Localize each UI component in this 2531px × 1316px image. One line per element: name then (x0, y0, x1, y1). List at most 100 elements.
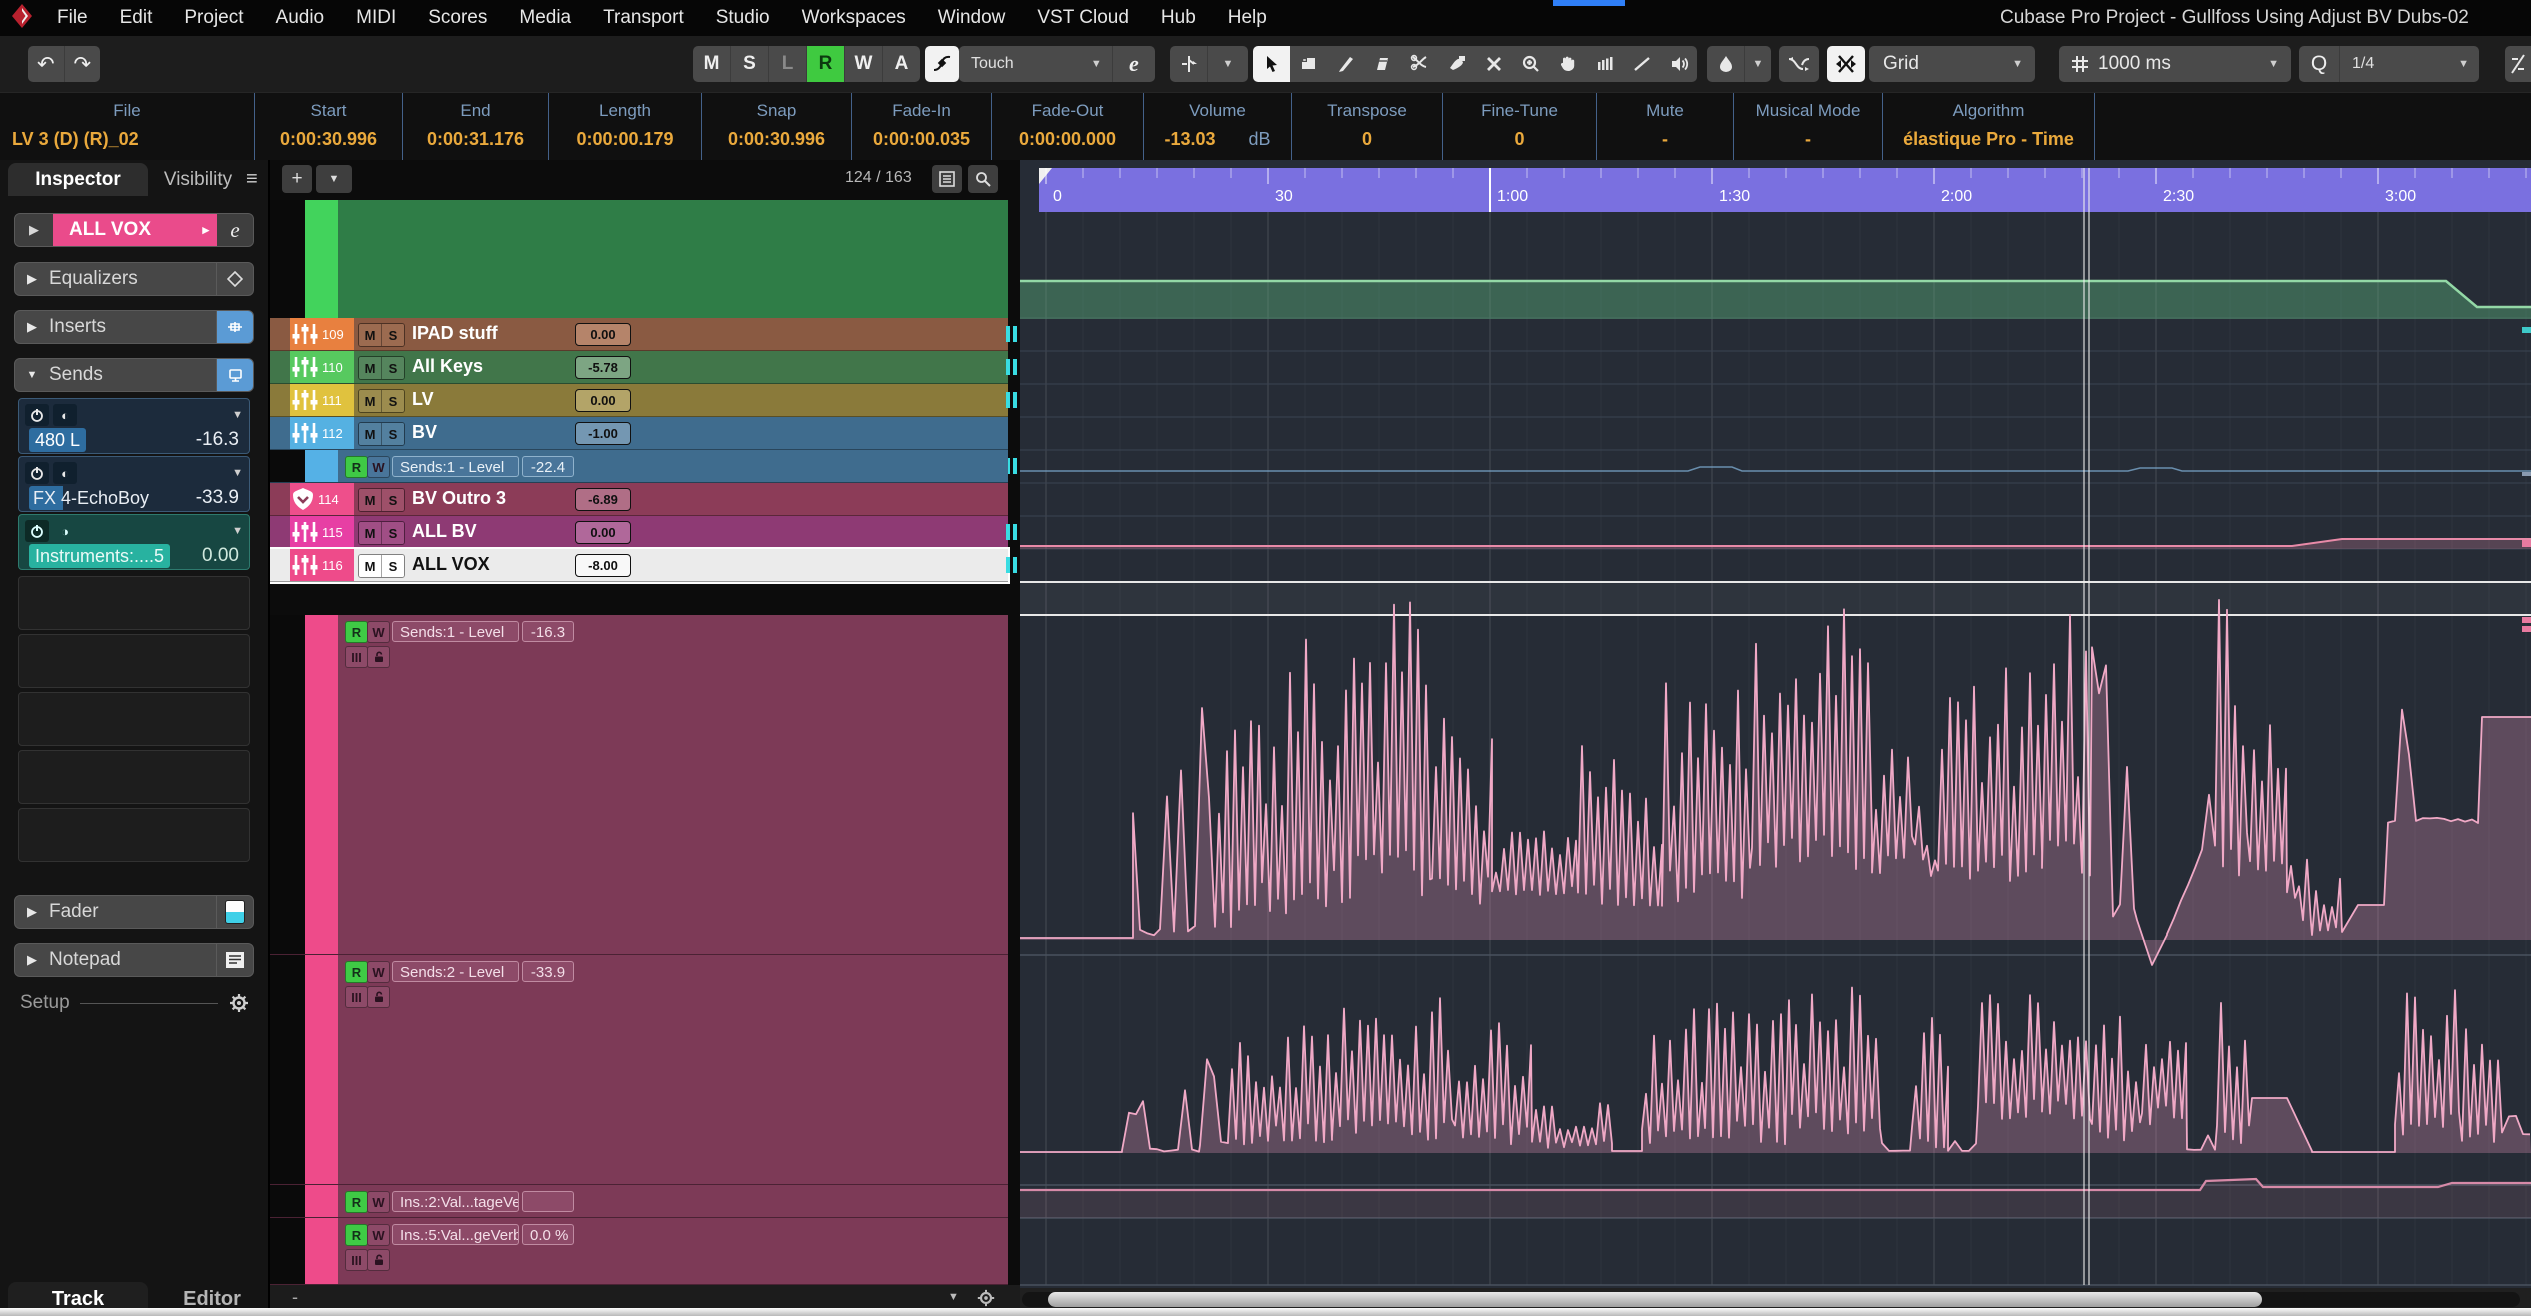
solo-button[interactable]: S (382, 390, 404, 412)
menu-item-edit[interactable]: Edit (111, 7, 162, 29)
tool-play-icon[interactable] (1660, 46, 1697, 82)
tool-draw-icon[interactable] (1327, 46, 1364, 82)
info-field-value[interactable]: 0:00:31.176 (403, 129, 548, 150)
solo-button[interactable]: S (382, 555, 404, 577)
automation-parameter-value[interactable]: -22.4 (522, 456, 574, 477)
chevron-down-icon[interactable]: ▼ (948, 1291, 959, 1303)
read-automation-button[interactable]: R (345, 456, 368, 478)
read-automation-button[interactable]: R (345, 621, 368, 643)
solo-button[interactable]: S (382, 357, 404, 379)
info-field-value[interactable]: 0:00:00.035 (852, 129, 991, 150)
autoscroll-icon[interactable] (1170, 46, 1208, 82)
snap-on-off-icon[interactable] (1827, 46, 1865, 82)
section-equalizers[interactable]: ▶ Equalizers (14, 262, 254, 296)
equalizers-bypass-icon[interactable] (216, 263, 253, 295)
send-power-icon[interactable] (25, 404, 49, 426)
info-field-start[interactable]: Start0:00:30.996 (255, 93, 403, 161)
mute-button[interactable]: M (359, 489, 382, 511)
inspector-menu-icon[interactable]: ≡ (246, 168, 258, 191)
automation-parameter-value[interactable] (522, 1191, 574, 1212)
color-dropdown[interactable]: ▼ (1745, 46, 1771, 82)
send-slot-1[interactable]: ◐ ▼ 480 L -16.3 (18, 398, 250, 454)
menu-item-media[interactable]: Media (510, 7, 580, 29)
send-prepost-icon[interactable]: ◐ (53, 462, 77, 484)
info-field-value[interactable]: LV 3 (D) (R)_02 (0, 129, 266, 150)
quantize-icon[interactable]: Q (2299, 46, 2340, 82)
send-level-value[interactable]: -33.9 (196, 487, 239, 509)
automation-lane-vox-send2[interactable]: RWSends:2 - Level-33.9 (270, 955, 1008, 1185)
info-field-mute[interactable]: Mute- (1597, 93, 1734, 161)
read-automation-button[interactable]: R (345, 961, 368, 983)
track-type-icon[interactable]: 112 (290, 417, 354, 449)
send-level-value[interactable]: -16.3 (196, 429, 239, 451)
search-icon[interactable] (968, 165, 998, 193)
automation-parameter-value[interactable]: -16.3 (522, 621, 574, 642)
tool-line-icon[interactable] (1623, 46, 1660, 82)
lock-icon[interactable] (367, 986, 390, 1008)
track-volume-box[interactable]: 0.00 (575, 323, 631, 346)
tool-erase-icon[interactable] (1364, 46, 1401, 82)
add-track-button[interactable]: + (282, 165, 312, 193)
send-power-icon[interactable] (25, 520, 49, 542)
section-sends[interactable]: ▼ Sends (14, 358, 254, 392)
track-volume-box[interactable]: 0.00 (575, 521, 631, 544)
menu-item-studio[interactable]: Studio (707, 7, 779, 29)
mute-button[interactable]: M (359, 555, 382, 577)
automation-r-button[interactable]: R (807, 46, 845, 82)
track-type-icon[interactable]: 114 (290, 483, 354, 515)
read-automation-button[interactable]: R (345, 1224, 368, 1246)
send-slot-empty[interactable] (18, 692, 250, 746)
section-inserts[interactable]: ▶ Inserts (14, 310, 254, 344)
tool-comp-icon[interactable] (1586, 46, 1623, 82)
tool-mute-icon[interactable] (1475, 46, 1512, 82)
grid-value-dropdown[interactable]: 1000 ms ▼ (2059, 46, 2291, 82)
track-type-icon[interactable]: 111 (290, 384, 354, 416)
autoscroll-options-dropdown[interactable]: ▼ (1208, 46, 1248, 82)
track-row-all-vox[interactable]: 116MSALL VOX-8.00 (270, 549, 1008, 582)
solo-button[interactable]: S (382, 522, 404, 544)
send-pan-icon[interactable]: ◑ (53, 520, 77, 542)
send-destination[interactable]: FX 4-EchoBoy (29, 486, 155, 510)
info-field-snap[interactable]: Snap0:00:30.996 (702, 93, 852, 161)
mute-button[interactable]: M (359, 357, 382, 379)
write-automation-button[interactable]: W (367, 961, 390, 983)
lock-icon[interactable] (367, 646, 390, 668)
track-row-all-keys[interactable]: 110MSAll Keys-5.78 (270, 351, 1008, 384)
section-fader[interactable]: ▶ Fader (14, 895, 254, 929)
info-field-transpose[interactable]: Transpose0 (1292, 93, 1443, 161)
write-automation-button[interactable]: W (367, 621, 390, 643)
info-field-file[interactable]: FileLV 3 (D) (R)_02 (0, 93, 255, 161)
track-row-bv-outro-3[interactable]: 114MSBV Outro 3-6.89 (270, 483, 1008, 516)
send-slot-empty[interactable] (18, 750, 250, 804)
show-lanes-button[interactable] (345, 1249, 368, 1271)
send-level-value[interactable]: 0.00 (202, 545, 239, 567)
menu-item-audio[interactable]: Audio (267, 7, 334, 29)
track-type-icon[interactable]: 109 (290, 318, 354, 350)
read-automation-button[interactable]: R (345, 1191, 368, 1213)
track-list-settings-icon[interactable] (932, 165, 962, 193)
zoom-out-button[interactable]: - (292, 1287, 298, 1308)
show-lanes-button[interactable] (345, 986, 368, 1008)
track-row-ipad-stuff[interactable]: 109MSIPAD stuff0.00 (270, 318, 1008, 351)
send-slot-empty[interactable] (18, 576, 250, 630)
info-field-algorithm[interactable]: Algorithmélastique Pro - Time (1883, 93, 2095, 161)
info-field-end[interactable]: End0:00:31.176 (403, 93, 549, 161)
tool-glue-icon[interactable] (1438, 46, 1475, 82)
arrange-canvas[interactable]: 0301:001:302:002:303:00 (1020, 160, 2531, 1316)
arrange-area[interactable]: 0301:001:302:002:303:00 (1020, 160, 2531, 1316)
info-field-value[interactable]: -13.03 dB (1144, 129, 1291, 150)
track-row-bv[interactable]: 112MSBV-1.00 (270, 417, 1008, 450)
info-field-value[interactable]: 0:00:00.179 (549, 129, 701, 150)
automation-mode-dropdown[interactable]: Touch ▼ (959, 46, 1112, 82)
automation-parameter-value[interactable]: 0.0 % (522, 1224, 574, 1245)
send-prepost-icon[interactable]: ◐ (53, 404, 77, 426)
curve-type-button[interactable] (1779, 46, 1819, 82)
edit-channel-button[interactable]: e (217, 214, 253, 246)
send-slot-2[interactable]: ◐ ▼ FX 4-EchoBoy -33.9 (18, 456, 250, 512)
info-field-fade-out[interactable]: Fade-Out0:00:00.000 (992, 93, 1144, 161)
track-row-lv[interactable]: 111MSLV0.00 (270, 384, 1008, 417)
tab-inspector[interactable]: Inspector (8, 163, 148, 196)
menu-item-window[interactable]: Window (929, 7, 1015, 29)
info-field-fade-in[interactable]: Fade-In0:00:00.035 (852, 93, 992, 161)
expand-track-section-icon[interactable]: ▶ (15, 214, 53, 246)
